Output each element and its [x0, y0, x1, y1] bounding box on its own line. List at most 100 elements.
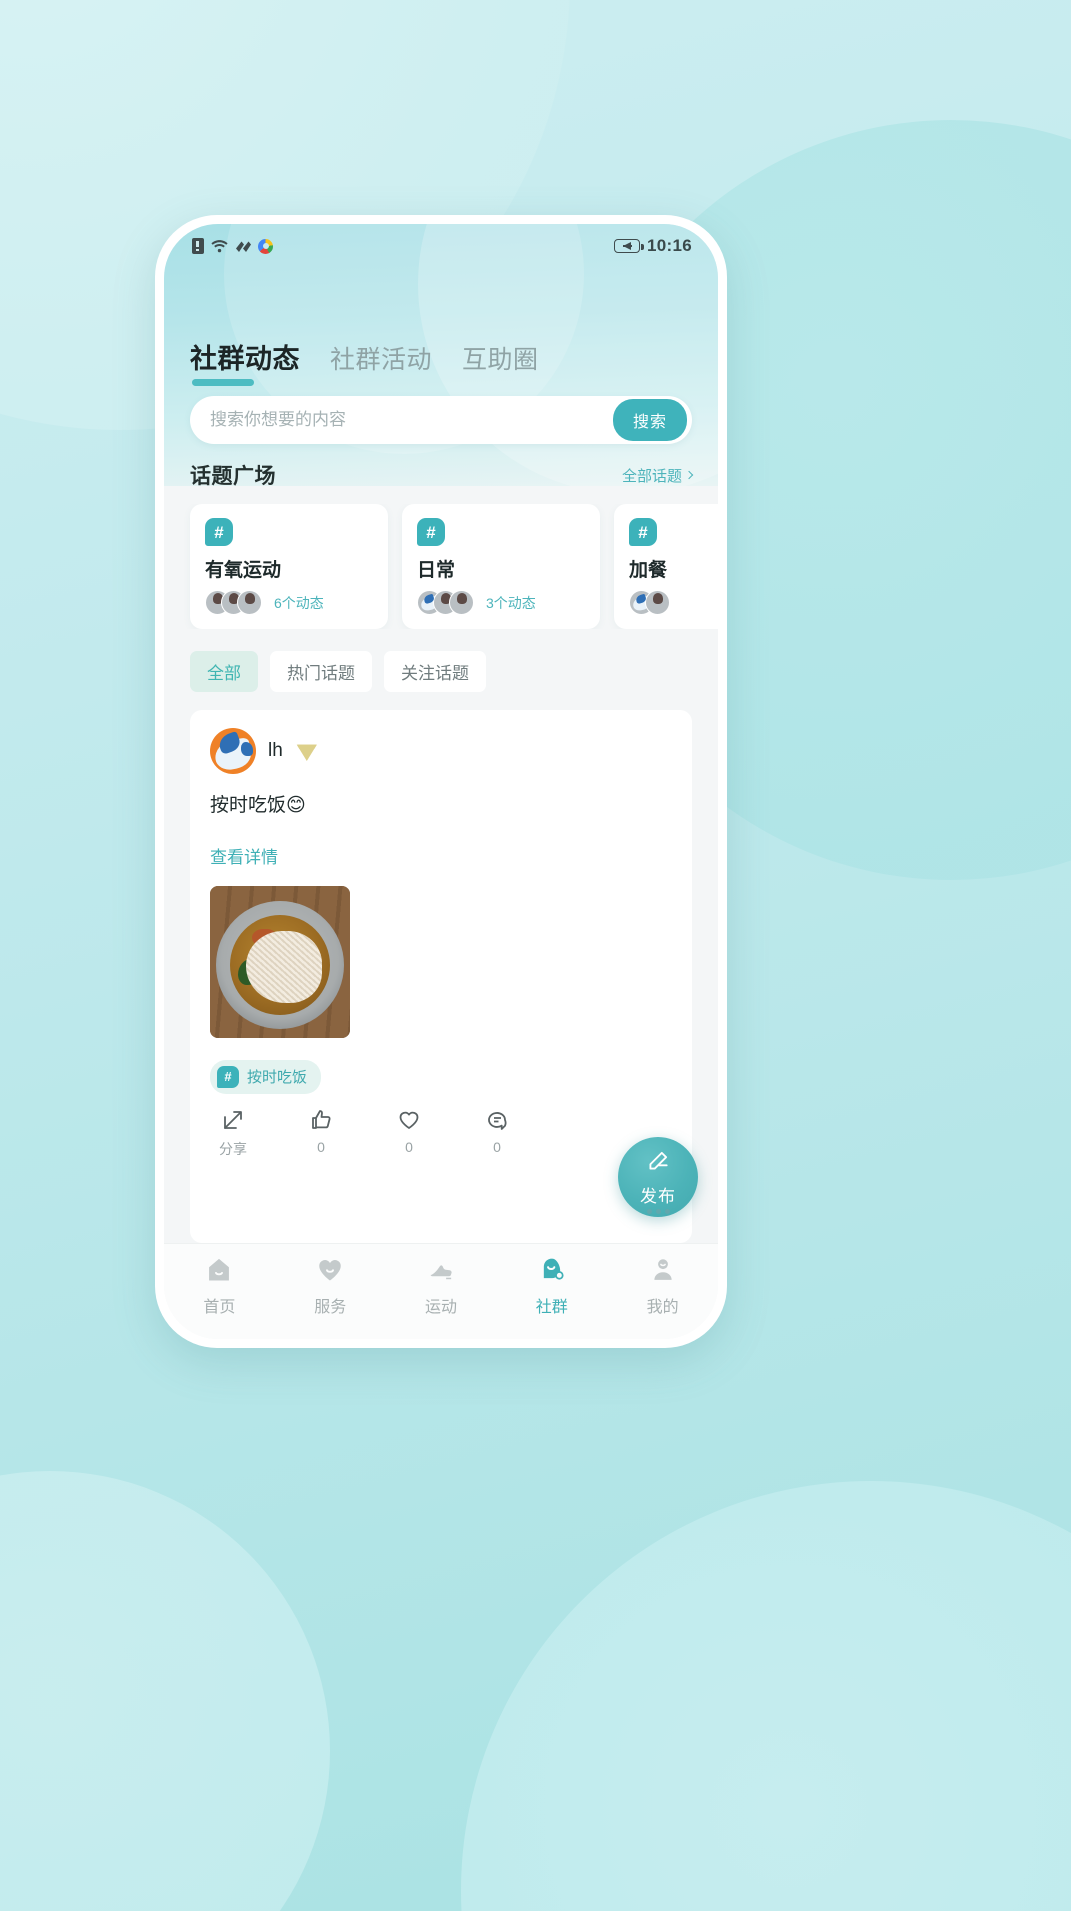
nav-item-sport[interactable]: 运动	[386, 1256, 497, 1317]
topic-card-carousel[interactable]: # 有氧运动 6个动态 # 日常 3个动态 # 加餐	[164, 504, 718, 629]
topic-name: 日常	[417, 559, 456, 581]
avatar-group	[417, 590, 474, 615]
hash-icon: #	[217, 1065, 239, 1088]
view-detail-link[interactable]: 查看详情	[210, 843, 278, 868]
share-button[interactable]: 分享	[216, 1108, 250, 1159]
hash-icon: #	[205, 518, 233, 546]
post-tag[interactable]: # 按时吃饭	[210, 1059, 322, 1094]
hash-icon: #	[629, 518, 657, 546]
all-topics-link[interactable]: 全部话题	[621, 465, 694, 486]
avatar	[449, 590, 474, 615]
chip-hot-topics[interactable]: 热门话题	[270, 651, 372, 692]
topic-card[interactable]: # 日常 3个动态	[402, 504, 600, 629]
search-bar[interactable]: 搜索	[190, 396, 692, 444]
status-bar-right-icons: 10:16	[614, 236, 692, 256]
topic-square-header: 话题广场 全部话题	[164, 460, 718, 490]
person-icon	[653, 1259, 672, 1280]
search-button[interactable]: 搜索	[612, 399, 687, 441]
hash-icon: #	[417, 518, 445, 546]
status-bar: 10:16	[164, 224, 718, 268]
tab-community-activity[interactable]: 社群活动	[330, 340, 432, 390]
topic-name: 有氧运动	[205, 559, 282, 581]
nav-item-service[interactable]: 服务	[275, 1256, 386, 1317]
tab-label: 社群动态	[190, 344, 300, 374]
phone-frame: 10:16 社群动态 社群活动 互助圈 搜索你想要的内容 搜索 话题广场 全部话…	[155, 215, 727, 1348]
tab-label: 互助圈	[462, 346, 539, 374]
color-ball-icon	[258, 238, 273, 254]
avatar	[237, 590, 262, 615]
heart-service-icon	[319, 1260, 341, 1281]
topic-card[interactable]: # 有氧运动 6个动态	[190, 504, 388, 629]
signal-icon	[235, 239, 251, 253]
nav-label: 服务	[314, 1299, 347, 1316]
diamond-badge-icon	[296, 744, 317, 761]
shoe-icon	[430, 1265, 452, 1280]
filter-chip-row: 全部 热门话题 关注话题	[164, 629, 718, 710]
fab-drag-dots	[646, 1209, 670, 1214]
bg-blob-bottom-right	[461, 1481, 1071, 1911]
nav-label: 首页	[203, 1299, 236, 1316]
share-icon	[221, 1108, 245, 1132]
thumbs-up-icon	[309, 1108, 333, 1132]
nav-label: 我的	[646, 1299, 679, 1316]
nav-label: 社群	[535, 1299, 568, 1316]
wifi-icon	[211, 239, 228, 253]
community-icon	[543, 1258, 564, 1280]
post-username[interactable]: lh	[268, 740, 283, 762]
status-bar-left-icons	[192, 238, 273, 254]
tab-mutual-help[interactable]: 互助圈	[462, 340, 539, 390]
home-icon	[209, 1258, 230, 1281]
tab-active-underline	[192, 379, 254, 386]
comment-icon	[485, 1108, 509, 1132]
status-bar-time: 10:16	[647, 236, 692, 255]
post-text: 按时吃饭😊	[210, 795, 306, 816]
nav-item-community[interactable]: 社群	[496, 1256, 607, 1317]
nav-label: 运动	[424, 1299, 457, 1316]
comment-button[interactable]: 0	[480, 1108, 514, 1155]
bottom-navigation: 首页 服务 运动 社群 我的	[164, 1243, 718, 1339]
avatar[interactable]	[210, 728, 256, 774]
post-action-bar: 分享 0 0 0	[210, 1094, 672, 1163]
search-section: 搜索	[164, 390, 718, 444]
all-topics-label: 全部话题	[621, 467, 682, 485]
avatar-group	[629, 590, 670, 615]
favorite-count: 0	[405, 1138, 413, 1155]
topic-card[interactable]: # 加餐	[614, 504, 718, 629]
chevron-right-icon	[684, 470, 694, 480]
bg-blob-bottom-left	[0, 1471, 330, 1911]
post-tag-label: 按时吃饭	[247, 1069, 308, 1086]
phone-screen: 10:16 社群动态 社群活动 互助圈 搜索你想要的内容 搜索 话题广场 全部话…	[164, 224, 718, 1339]
post-card: lh 按时吃饭😊 查看详情 # 按时吃饭 分享 0 0 0	[190, 710, 692, 1243]
comment-count: 0	[493, 1138, 501, 1155]
publish-label: 发布	[640, 1186, 676, 1206]
topic-count: 3个动态	[486, 594, 536, 611]
feed-scroll-area[interactable]: 话题广场 全部话题 # 有氧运动 6个动态 # 日常 3个动态 # 加餐 全部 …	[164, 460, 718, 1243]
avatar	[645, 590, 670, 615]
tab-label: 社群活动	[330, 346, 433, 374]
like-count: 0	[317, 1138, 325, 1155]
sim-card-icon	[192, 238, 204, 254]
publish-button[interactable]: 发布	[618, 1137, 698, 1217]
avatar-group	[205, 590, 262, 615]
search-input[interactable]	[210, 396, 613, 444]
topic-square-title: 话题广场	[190, 465, 276, 488]
nav-item-home[interactable]: 首页	[164, 1256, 275, 1317]
tab-community-feed[interactable]: 社群动态	[190, 337, 300, 390]
favorite-button[interactable]: 0	[392, 1108, 426, 1155]
chip-followed-topics[interactable]: 关注话题	[384, 651, 486, 692]
heart-icon	[397, 1108, 421, 1132]
post-photo[interactable]	[210, 885, 350, 1038]
topic-footer	[629, 590, 718, 615]
battery-charging-icon	[614, 239, 645, 253]
top-tab-bar: 社群动态 社群活动 互助圈	[164, 268, 718, 390]
share-label: 分享	[219, 1140, 247, 1157]
topic-footer: 6个动态	[205, 590, 373, 615]
topic-count: 6个动态	[274, 594, 324, 611]
topic-name: 加餐	[629, 559, 668, 581]
chip-all[interactable]: 全部	[190, 651, 258, 692]
topic-footer: 3个动态	[417, 590, 585, 615]
nav-item-mine[interactable]: 我的	[607, 1256, 718, 1317]
like-button[interactable]: 0	[304, 1108, 338, 1155]
post-header: lh	[210, 728, 672, 774]
pencil-icon	[645, 1148, 671, 1179]
